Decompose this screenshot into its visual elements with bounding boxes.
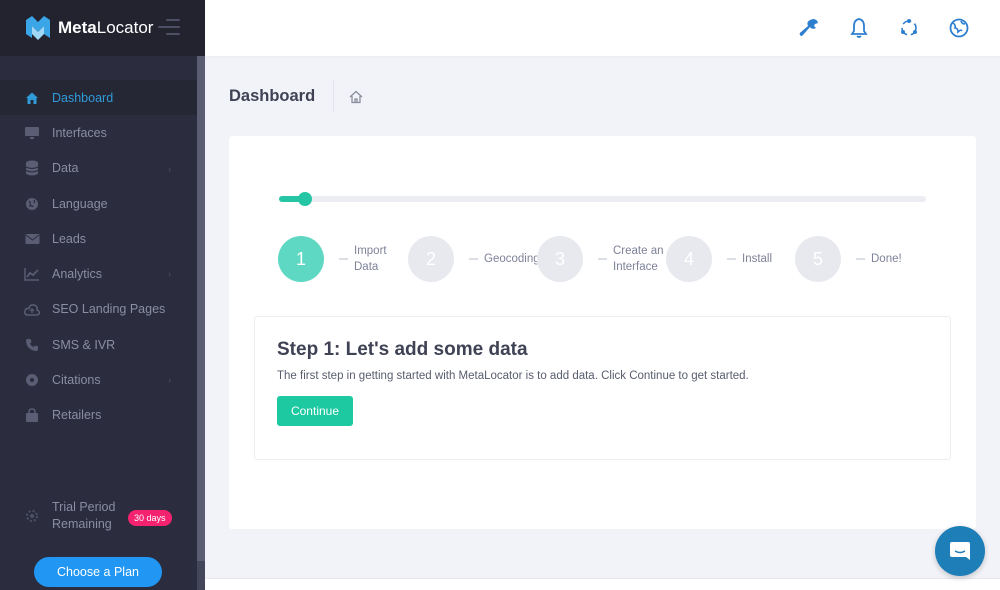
sidebar-item-data[interactable]: Data › bbox=[0, 151, 197, 186]
sidebar-item-label: SEO Landing Pages bbox=[52, 302, 166, 317]
brand-name[interactable]: MetaLocator bbox=[58, 18, 153, 38]
step-description: The first step in getting started with M… bbox=[277, 370, 749, 382]
title-separator bbox=[333, 80, 334, 112]
sidebar-item-interfaces[interactable]: Interfaces bbox=[0, 115, 197, 150]
wrench-icon[interactable] bbox=[798, 17, 820, 39]
globe-icon bbox=[24, 196, 40, 212]
sidebar: MetaLocator Dashboard Interfaces Data › bbox=[0, 0, 205, 590]
step-divider bbox=[856, 258, 865, 260]
sidebar-item-label: Interfaces bbox=[52, 125, 107, 140]
top-header bbox=[205, 0, 1000, 56]
location-icon bbox=[24, 372, 40, 388]
step-label: Done! bbox=[871, 253, 902, 265]
sidebar-item-label: Citations bbox=[52, 373, 101, 388]
sidebar-item-analytics[interactable]: Analytics › bbox=[0, 256, 197, 291]
sidebar-item-label: Language bbox=[52, 196, 108, 211]
chevron-right-icon: › bbox=[168, 375, 171, 386]
sidebar-item-label: Dashboard bbox=[52, 90, 114, 105]
sidebar-item-leads[interactable]: Leads bbox=[0, 221, 197, 256]
sidebar-item-citations[interactable]: Citations › bbox=[0, 362, 197, 397]
wizard-card: 1 Import Data 2 Geocoding 3 Create an In… bbox=[229, 136, 976, 529]
sidebar-nav: Dashboard Interfaces Data › Language Lea… bbox=[0, 80, 197, 433]
breadcrumb-home-icon[interactable] bbox=[348, 89, 364, 105]
trial-period: Trial Period Remaining bbox=[24, 499, 126, 533]
chevron-right-icon: › bbox=[168, 163, 171, 174]
sidebar-item-dashboard[interactable]: Dashboard bbox=[0, 80, 197, 116]
wizard-step-3[interactable]: 3 Create an Interface bbox=[537, 236, 675, 282]
step-divider bbox=[339, 258, 348, 260]
cloud-upload-icon bbox=[24, 301, 40, 317]
monitor-icon bbox=[24, 125, 40, 141]
step-number: 5 bbox=[795, 236, 841, 282]
step-label: Geocoding bbox=[484, 253, 540, 265]
continue-button[interactable]: Continue bbox=[277, 396, 353, 426]
step-number: 2 bbox=[408, 236, 454, 282]
chevron-right-icon: › bbox=[168, 269, 171, 280]
wizard-progress-bar bbox=[279, 192, 926, 206]
step-number: 1 bbox=[278, 236, 324, 282]
choose-plan-button[interactable]: Choose a Plan bbox=[34, 557, 162, 587]
sidebar-item-language[interactable]: Language bbox=[0, 186, 197, 221]
sidebar-item-label: Leads bbox=[52, 231, 87, 246]
step-divider bbox=[727, 258, 736, 260]
home-icon bbox=[24, 90, 40, 106]
settings-gear-icon bbox=[26, 510, 38, 522]
step-label: Install bbox=[742, 253, 773, 265]
page-title: Dashboard bbox=[229, 87, 316, 105]
step-content-panel: Step 1: Let's add some data The first st… bbox=[254, 316, 951, 460]
sidebar-item-retailers[interactable]: Retailers bbox=[0, 398, 197, 433]
trial-label: Trial Period Remaining bbox=[52, 500, 116, 531]
sidebar-item-label: SMS & IVR bbox=[52, 337, 116, 352]
chat-bubble-icon bbox=[950, 542, 970, 560]
step-heading: Step 1: Let's add some data bbox=[277, 339, 528, 360]
sidebar-item-label: Retailers bbox=[52, 408, 102, 423]
sidebar-item-label: Analytics bbox=[52, 267, 103, 282]
envelope-icon bbox=[24, 231, 40, 247]
step-divider bbox=[598, 258, 607, 260]
step-label: Import Data bbox=[354, 245, 387, 273]
wizard-step-1[interactable]: 1 Import Data bbox=[278, 236, 402, 282]
sidebar-toggle-icon[interactable] bbox=[158, 19, 180, 37]
chat-launcher-button[interactable] bbox=[935, 526, 985, 576]
footer bbox=[205, 578, 1000, 590]
sidebar-item-label: Data bbox=[52, 161, 79, 176]
step-number: 3 bbox=[537, 236, 583, 282]
bell-icon[interactable] bbox=[848, 17, 870, 39]
step-divider bbox=[469, 258, 478, 260]
sidebar-item-seo-landing-pages[interactable]: SEO Landing Pages bbox=[0, 292, 197, 327]
phone-icon bbox=[24, 337, 40, 353]
users-cycle-icon[interactable] bbox=[898, 17, 920, 39]
shopping-bag-icon bbox=[24, 407, 40, 423]
trial-days-badge: 30 days bbox=[128, 510, 172, 526]
wizard-step-4[interactable]: 4 Install bbox=[666, 236, 772, 282]
wizard-step-2[interactable]: 2 Geocoding bbox=[408, 236, 540, 282]
sidebar-scrollbar-thumb[interactable] bbox=[197, 56, 205, 561]
database-icon bbox=[24, 160, 40, 176]
wizard-progress-knob bbox=[298, 192, 312, 206]
brand-bar: MetaLocator bbox=[0, 0, 205, 56]
metalocator-logo-icon[interactable] bbox=[24, 14, 52, 42]
globe-icon[interactable] bbox=[948, 17, 970, 39]
sidebar-item-sms-ivr[interactable]: SMS & IVR bbox=[0, 327, 197, 362]
chart-line-icon bbox=[24, 266, 40, 282]
wizard-step-5[interactable]: 5 Done! bbox=[795, 236, 902, 282]
step-number: 4 bbox=[666, 236, 712, 282]
wizard-steps: 1 Import Data 2 Geocoding 3 Create an In… bbox=[278, 236, 958, 282]
